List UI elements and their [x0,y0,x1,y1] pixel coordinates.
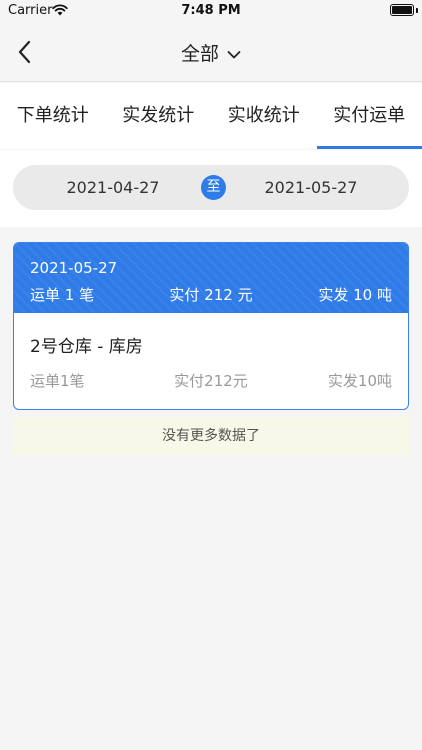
tab-received-stats[interactable]: 实收统计 [211,83,317,149]
nav-bar: 全部 [0,22,422,82]
start-date[interactable]: 2021-04-27 [13,178,213,197]
nav-title-dropdown[interactable]: 全部 [0,39,422,66]
tab-shipped-stats[interactable]: 实发统计 [106,83,212,149]
record-card[interactable]: 2021-05-27 运单 1 笔 实付 212 元 实发 10 吨 2号仓库 … [13,242,409,410]
record-detail: 运单1笔 实付212元 实发10吨 [30,370,392,390]
no-more-data-label: 没有更多数据了 [13,417,409,455]
chevron-down-icon [227,50,241,58]
end-date[interactable]: 2021-05-27 [213,178,409,197]
detail-shipped: 实发10吨 [327,372,392,390]
battery-icon [390,4,414,16]
tab-paid-waybills[interactable]: 实付运单 [316,83,422,149]
warehouse-name: 2号仓库 - 库房 [30,337,143,357]
clock-time: 7:48 PM [181,3,241,18]
record-card-header: 2021-05-27 运单 1 笔 实付 212 元 实发 10 吨 [14,243,408,313]
tab-bar: 下单统计 实发统计 实收统计 实付运单 [0,83,422,149]
date-range-picker: 2021-04-27 至 2021-05-27 [13,165,409,210]
tab-order-stats[interactable]: 下单统计 [0,83,106,149]
nav-title: 全部 [180,43,219,65]
record-date: 2021-05-27 [30,259,118,277]
status-bar: Carrier 7:48 PM [0,0,422,22]
record-summary: 运单 1 笔 实付 212 元 实发 10 吨 [30,284,392,304]
summary-shipped: 实发 10 吨 [318,286,392,304]
date-range-section: 2021-04-27 至 2021-05-27 [0,150,422,227]
